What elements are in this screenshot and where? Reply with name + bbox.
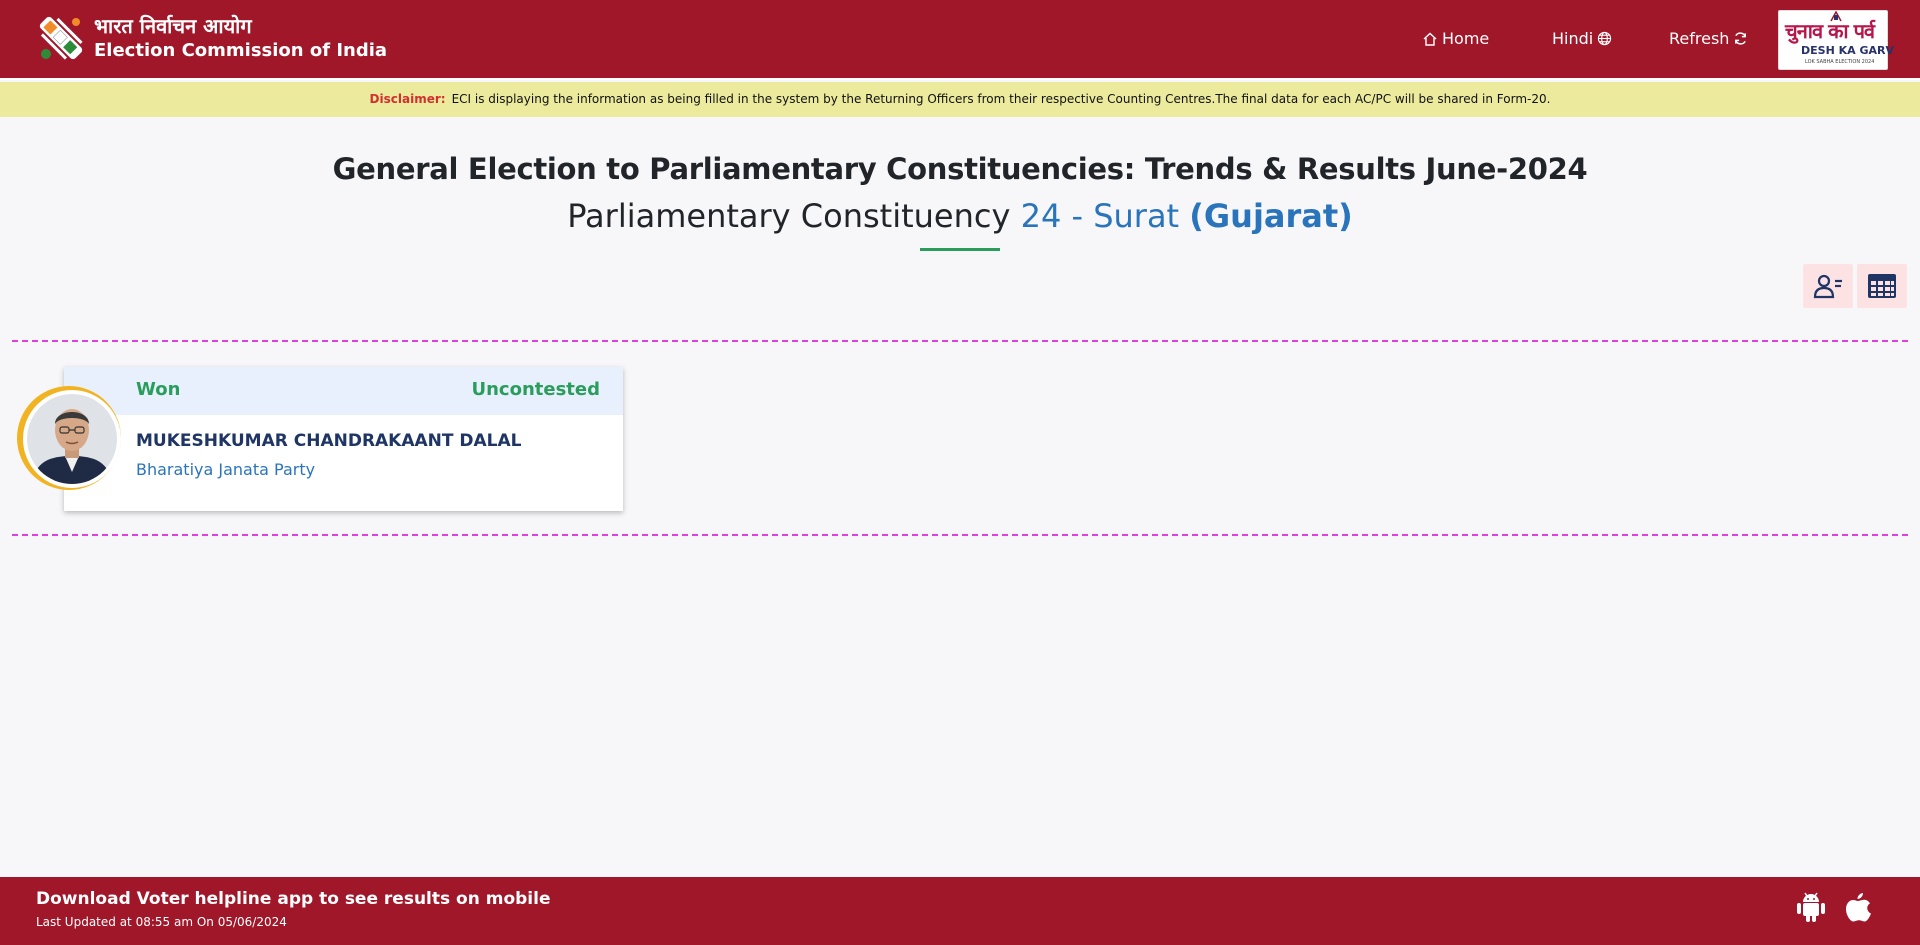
- apple-app-link[interactable]: [1844, 891, 1872, 927]
- disclaimer-label: Disclaimer:: [369, 92, 446, 106]
- disclaimer-bar: Disclaimer: ECI is displaying the informa…: [0, 82, 1920, 117]
- android-app-link[interactable]: [1796, 891, 1826, 927]
- nav-hindi-link[interactable]: Hindi: [1552, 29, 1612, 48]
- divider-top: [12, 340, 1908, 342]
- footer: Download Voter helpline app to see resul…: [0, 877, 1920, 945]
- title-underline: [920, 248, 1000, 251]
- chunav-ka-parv-logo[interactable]: चुनाव का पर्व DESH KA GARV LOK SABHA ELE…: [1778, 10, 1894, 70]
- home-icon: [1423, 32, 1437, 46]
- brand-hindi-name: भारत निर्वाचन आयोग: [94, 14, 252, 38]
- constituency-prefix: Parliamentary Constituency: [567, 197, 1011, 235]
- candidate-card[interactable]: Won Uncontested MUKESHKUMAR CHANDRAKAANT…: [64, 367, 623, 511]
- candidate-photo: [23, 390, 121, 488]
- globe-icon: [1598, 31, 1612, 46]
- badge-hindi-text: चुनाव का पर्व: [1785, 19, 1875, 43]
- nav-refresh-label: Refresh: [1669, 29, 1730, 48]
- brand-english-name: Election Commission of India: [94, 40, 388, 61]
- constituency-name: 24 - Surat: [1020, 197, 1180, 235]
- nav-hindi-label: Hindi: [1552, 29, 1594, 48]
- candidate-card-header: Won Uncontested: [64, 367, 623, 415]
- top-header: भारत निर्वाचन आयोग Election Commission o…: [0, 0, 1920, 80]
- refresh-icon: [1735, 32, 1747, 45]
- android-icon: [1797, 892, 1825, 922]
- nav-home-link[interactable]: Home: [1422, 29, 1489, 48]
- brand[interactable]: भारत निर्वाचन आयोग Election Commission o…: [36, 12, 387, 64]
- table-view-button[interactable]: [1857, 264, 1907, 308]
- eci-logo-icon: [36, 12, 86, 64]
- result-margin: Uncontested: [471, 379, 600, 400]
- nav-refresh-link[interactable]: Refresh: [1669, 29, 1748, 48]
- candidate-list-icon: [1813, 274, 1842, 299]
- constituency-title: Parliamentary Constituency 24 - Surat (G…: [0, 197, 1920, 235]
- candidate-name: MUKESHKUMAR CHANDRAKAANT DALAL: [136, 431, 522, 451]
- divider-bottom: [12, 534, 1908, 536]
- badge-english-text: DESH KA GARV: [1801, 44, 1894, 57]
- constituency-state: (Gujarat): [1189, 197, 1353, 235]
- last-updated: Last Updated at 08:55 am On 05/06/2024: [36, 915, 287, 929]
- disclaimer-text: ECI is displaying the information as bei…: [451, 92, 1551, 106]
- candidate-view-button[interactable]: [1803, 264, 1853, 308]
- candidate-party: Bharatiya Janata Party: [136, 460, 316, 479]
- table-grid-icon: [1868, 274, 1896, 298]
- result-status: Won: [136, 379, 181, 400]
- candidate-avatar: [17, 386, 121, 490]
- footer-app-promo: Download Voter helpline app to see resul…: [36, 889, 551, 909]
- badge-small-text: LOK SABHA ELECTION 2024: [1805, 59, 1875, 65]
- page-title: General Election to Parliamentary Consti…: [332, 152, 1588, 186]
- nav-home-label: Home: [1442, 29, 1490, 48]
- apple-icon: [1846, 893, 1871, 922]
